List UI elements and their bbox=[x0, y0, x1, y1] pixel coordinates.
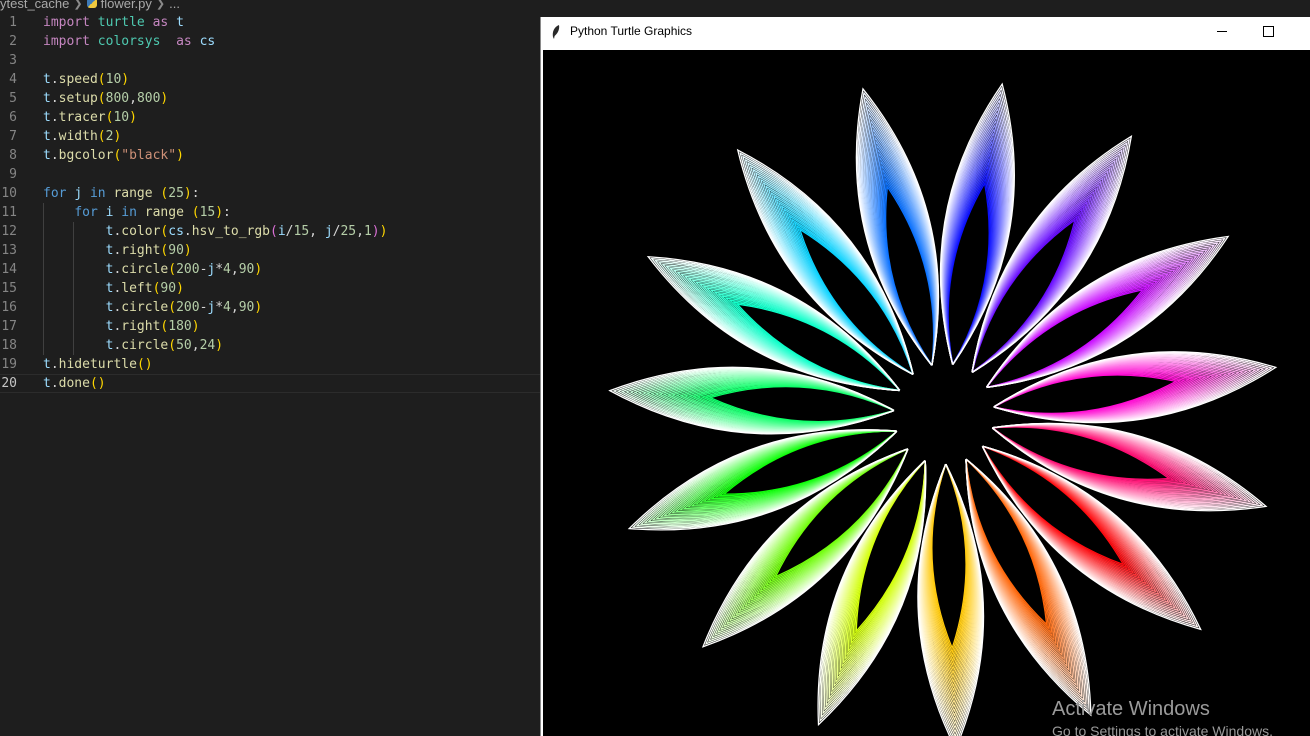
line-source: t.color(cs.hsv_to_rgb(i/15, j/25,1)) bbox=[105, 224, 388, 239]
code-line[interactable]: 5 t.setup(800,800) bbox=[0, 89, 540, 108]
breadcrumb-more[interactable]: ... bbox=[169, 0, 180, 11]
code-lines[interactable]: 1 import turtle as t 2 import colorsys as c… bbox=[0, 13, 540, 393]
code-line[interactable]: 4 t.speed(10) bbox=[0, 70, 540, 89]
code-line[interactable]: 19 t.hideturtle() bbox=[0, 355, 540, 374]
code-line[interactable]: 6 t.tracer(10) bbox=[0, 108, 540, 127]
line-number: 16 bbox=[1, 300, 17, 315]
line-source: t.speed(10) bbox=[43, 72, 130, 87]
line-number: 19 bbox=[1, 357, 17, 372]
line-number: 2 bbox=[9, 34, 17, 49]
python-file-icon bbox=[86, 0, 97, 8]
turtle-window[interactable]: Python Turtle Graphics bbox=[540, 17, 1310, 736]
code-line[interactable]: 1 import turtle as t bbox=[0, 13, 540, 32]
code-line[interactable]: 20 t.done() bbox=[0, 374, 540, 393]
line-source: t.tracer(10) bbox=[43, 110, 137, 125]
code-line[interactable]: 17 t.right(180) bbox=[0, 317, 540, 336]
line-number: 8 bbox=[9, 148, 17, 163]
activate-windows-watermark: Activate Windows Go to Settings to activ… bbox=[1052, 696, 1310, 736]
line-number: 13 bbox=[1, 243, 17, 258]
line-number: 4 bbox=[9, 72, 17, 87]
code-line[interactable]: 10 for j in range (25): bbox=[0, 184, 540, 203]
line-source: t.circle(200-j*4,90) bbox=[105, 300, 263, 315]
flower-center bbox=[894, 364, 994, 464]
line-number: 18 bbox=[1, 338, 17, 353]
code-line[interactable]: 11 for i in range (15): bbox=[0, 203, 540, 222]
line-source: for j in range (25): bbox=[43, 186, 200, 201]
line-source: for i in range (15): bbox=[74, 205, 231, 220]
maximize-button[interactable] bbox=[1245, 17, 1291, 47]
breadcrumb-folder[interactable]: ytest_cache bbox=[0, 0, 69, 11]
feather-icon bbox=[552, 25, 560, 39]
code-line[interactable]: 2 import colorsys as cs bbox=[0, 32, 540, 51]
code-line[interactable]: 9 bbox=[0, 165, 540, 184]
code-editor[interactable]: ytest_cache ❯ flower.py ❯ ... 1 import tu… bbox=[0, 0, 540, 736]
code-line[interactable]: 7 t.width(2) bbox=[0, 127, 540, 146]
line-number: 14 bbox=[1, 262, 17, 277]
code-line[interactable]: 16 t.circle(200-j*4,90) bbox=[0, 298, 540, 317]
code-line[interactable]: 3 bbox=[0, 51, 540, 70]
line-source: import colorsys as cs bbox=[43, 34, 216, 49]
code-line[interactable]: 15 t.left(90) bbox=[0, 279, 540, 298]
minimize-icon bbox=[1217, 31, 1227, 32]
line-source: t.circle(200-j*4,90) bbox=[105, 262, 263, 277]
window-title: Python Turtle Graphics bbox=[570, 24, 693, 38]
watermark-subtitle: Go to Settings to activate Windows. bbox=[1052, 723, 1273, 736]
watermark-title: Activate Windows bbox=[1052, 698, 1210, 720]
line-source: t.hideturtle() bbox=[43, 357, 153, 372]
breadcrumb: ytest_cache ❯ flower.py ❯ ... bbox=[0, 0, 180, 12]
line-number: 10 bbox=[1, 186, 17, 201]
line-source: t.setup(800,800) bbox=[43, 91, 169, 106]
line-number: 7 bbox=[9, 129, 17, 144]
code-line[interactable]: 18 t.circle(50,24) bbox=[0, 336, 540, 355]
maximize-icon bbox=[1263, 26, 1274, 37]
line-source: t.right(90) bbox=[105, 243, 192, 258]
line-source: import turtle as t bbox=[43, 15, 184, 30]
code-line[interactable]: 13 t.right(90) bbox=[0, 241, 540, 260]
chevron-right-icon: ❯ bbox=[155, 0, 166, 10]
line-number: 9 bbox=[9, 167, 17, 182]
line-source: t.circle(50,24) bbox=[105, 338, 224, 353]
line-number: 15 bbox=[1, 281, 17, 296]
line-source: t.left(90) bbox=[105, 281, 184, 296]
minimize-button[interactable] bbox=[1199, 17, 1245, 47]
current-line-highlight bbox=[43, 375, 540, 392]
line-number: 3 bbox=[9, 53, 17, 68]
code-line[interactable]: 8 t.bgcolor("black") bbox=[0, 146, 540, 165]
line-source: t.bgcolor("black") bbox=[43, 148, 184, 163]
code-line[interactable]: 14 t.circle(200-j*4,90) bbox=[0, 260, 540, 279]
line-number: 1 bbox=[9, 15, 17, 30]
line-source: t.width(2) bbox=[43, 129, 122, 144]
turtle-canvas[interactable] bbox=[543, 50, 1310, 736]
chevron-right-icon: ❯ bbox=[73, 0, 83, 10]
code-line[interactable]: 12 t.color(cs.hsv_to_rgb(i/15, j/25,1)) bbox=[0, 222, 540, 241]
line-number: 6 bbox=[9, 110, 17, 125]
line-number: 12 bbox=[1, 224, 17, 239]
line-number: 20 bbox=[1, 376, 17, 391]
line-number: 17 bbox=[1, 319, 17, 334]
line-number: 11 bbox=[1, 205, 17, 220]
flower-drawing bbox=[543, 50, 1310, 736]
line-source: t.right(180) bbox=[105, 319, 200, 334]
line-number: 5 bbox=[9, 91, 17, 106]
breadcrumb-file[interactable]: flower.py bbox=[101, 0, 152, 11]
window-titlebar[interactable]: Python Turtle Graphics bbox=[541, 17, 1310, 47]
